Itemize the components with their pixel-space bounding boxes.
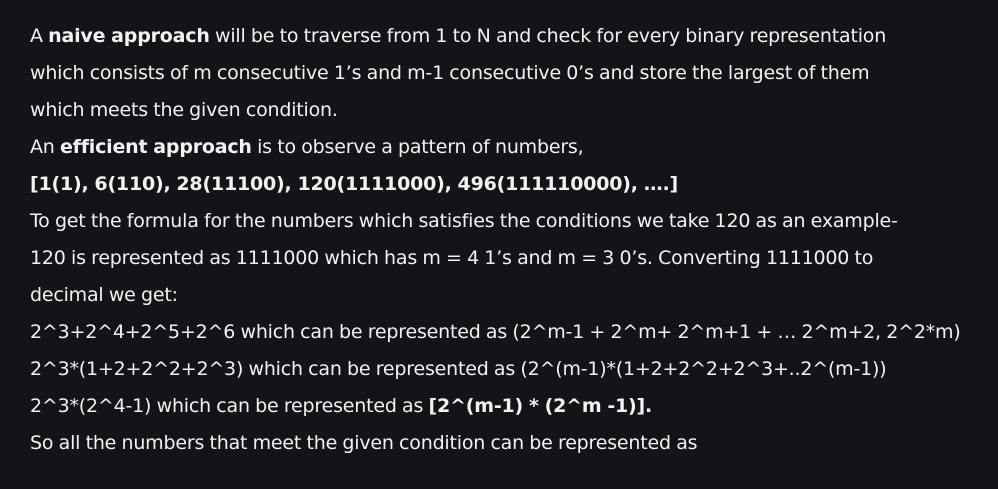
article-body: A naive approach will be to traverse fro… <box>30 18 980 462</box>
text-segment: 2^3*(2^4-1) which can be represented as <box>30 395 429 417</box>
text-segment: will be to traverse from 1 to N and chec… <box>209 25 887 47</box>
text-line: which consists of m consecutive 1’s and … <box>30 62 870 84</box>
number-pattern-list: [1(1), 6(110), 28(11100), 120(1111000), … <box>30 173 678 195</box>
bold-term-efficient-approach: efficient approach <box>59 136 252 158</box>
text-line: which meets the given condition. <box>30 99 338 121</box>
text-line: 120 is represented as 1111000 which has … <box>30 247 874 269</box>
number-pattern: [1(1), 6(110), 28(11100), 120(1111000), … <box>30 166 980 203</box>
paragraph-efficient-approach: An efficient approach is to observe a pa… <box>30 129 980 166</box>
paragraph-naive-approach: A naive approach will be to traverse fro… <box>30 18 980 55</box>
bold-term-naive-approach: naive approach <box>48 25 210 47</box>
text-line: To get the formula for the numbers which… <box>30 210 898 232</box>
bold-formula: [2^(m-1) * (2^m -1)]. <box>428 395 653 417</box>
text-segment: An <box>30 136 60 158</box>
formula-line-result: 2^3*(2^4-1) which can be represented as … <box>30 388 980 425</box>
formula-line: 2^3+2^4+2^5+2^6 which can be represented… <box>30 321 961 343</box>
text-line: So all the numbers that meet the given c… <box>30 432 698 454</box>
text-segment: A <box>30 25 49 47</box>
text-segment: is to observe a pattern of numbers, <box>251 136 584 158</box>
formula-line: 2^3*(1+2+2^2+2^3) which can be represent… <box>30 358 887 380</box>
text-line: decimal we get: <box>30 284 178 306</box>
